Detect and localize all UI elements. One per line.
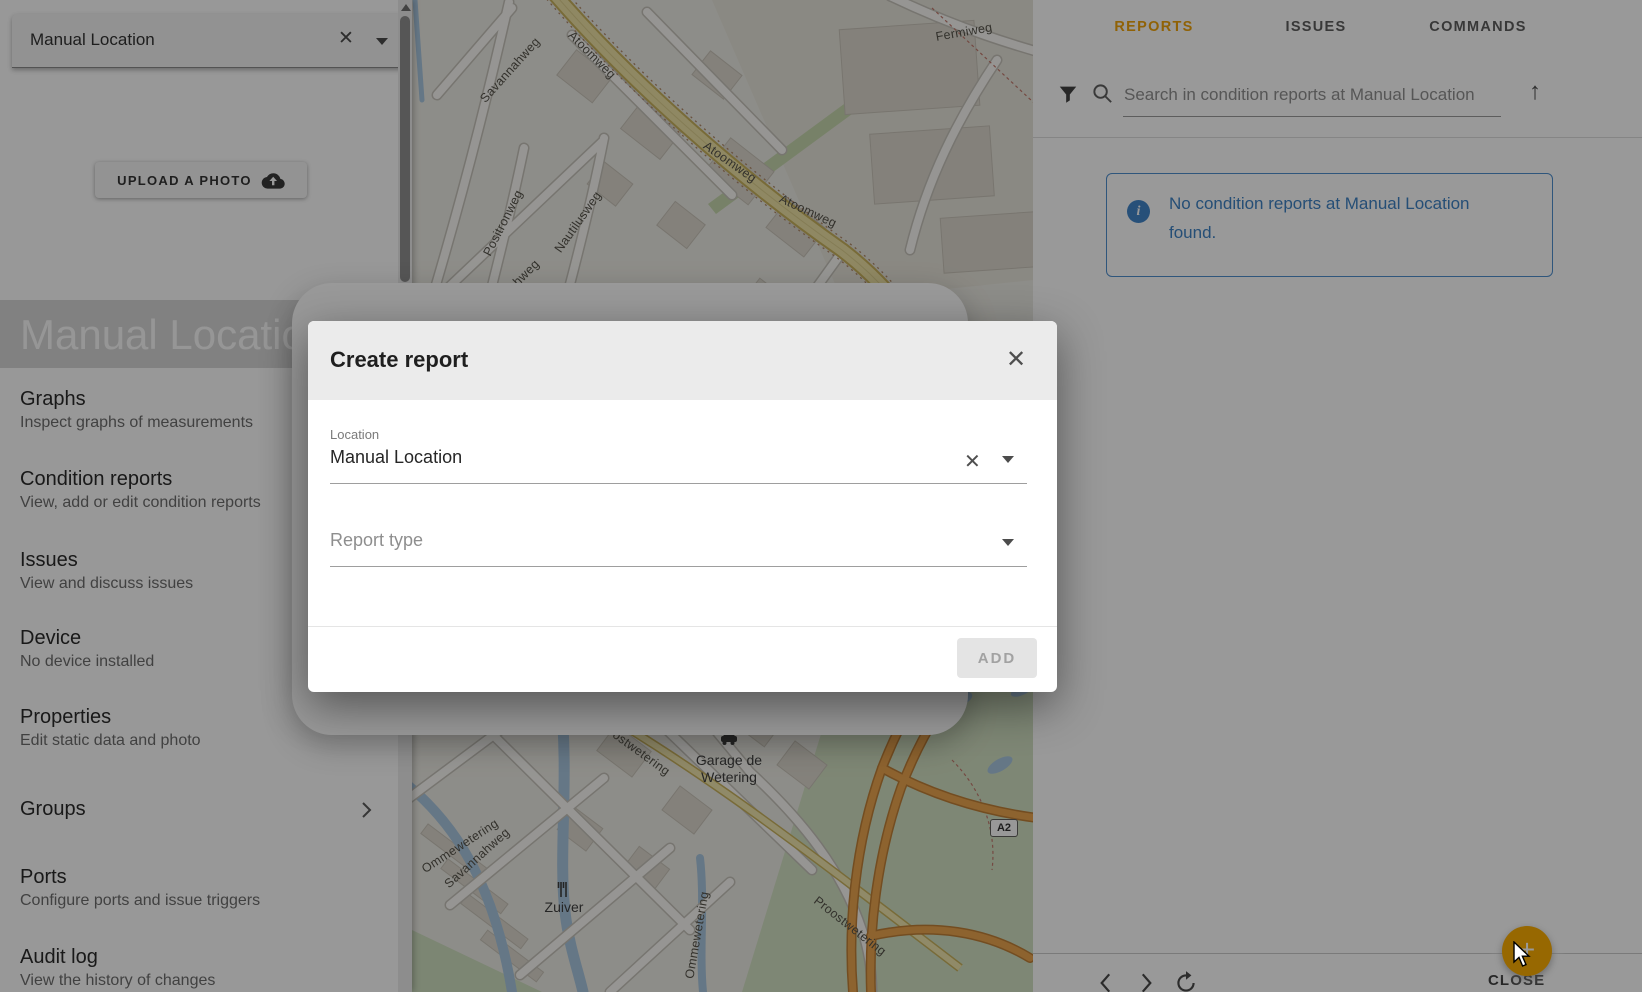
dialog-title: Create report <box>330 347 468 373</box>
location-field-label: Location <box>330 427 379 442</box>
mouse-cursor <box>1513 941 1535 969</box>
app-window: ✕ UPLOAD A PHOTO Manual Location Graphs … <box>0 0 1642 992</box>
add-button[interactable]: ADD <box>957 638 1037 678</box>
location-caret-icon[interactable] <box>1002 456 1014 463</box>
report-type-placeholder[interactable]: Report type <box>330 530 423 551</box>
report-type-caret-icon[interactable] <box>1002 539 1014 546</box>
dialog-header: Create report ✕ <box>308 321 1057 400</box>
dialog-close-icon[interactable]: ✕ <box>1006 345 1026 374</box>
location-field-value[interactable]: Manual Location <box>330 447 462 468</box>
create-report-dialog: Create report ✕ Location Manual Location… <box>308 321 1057 692</box>
location-clear-icon[interactable]: ✕ <box>964 449 981 474</box>
report-type-underline <box>330 566 1027 567</box>
dialog-footer-divider <box>308 626 1057 627</box>
location-field-underline <box>330 483 1027 484</box>
